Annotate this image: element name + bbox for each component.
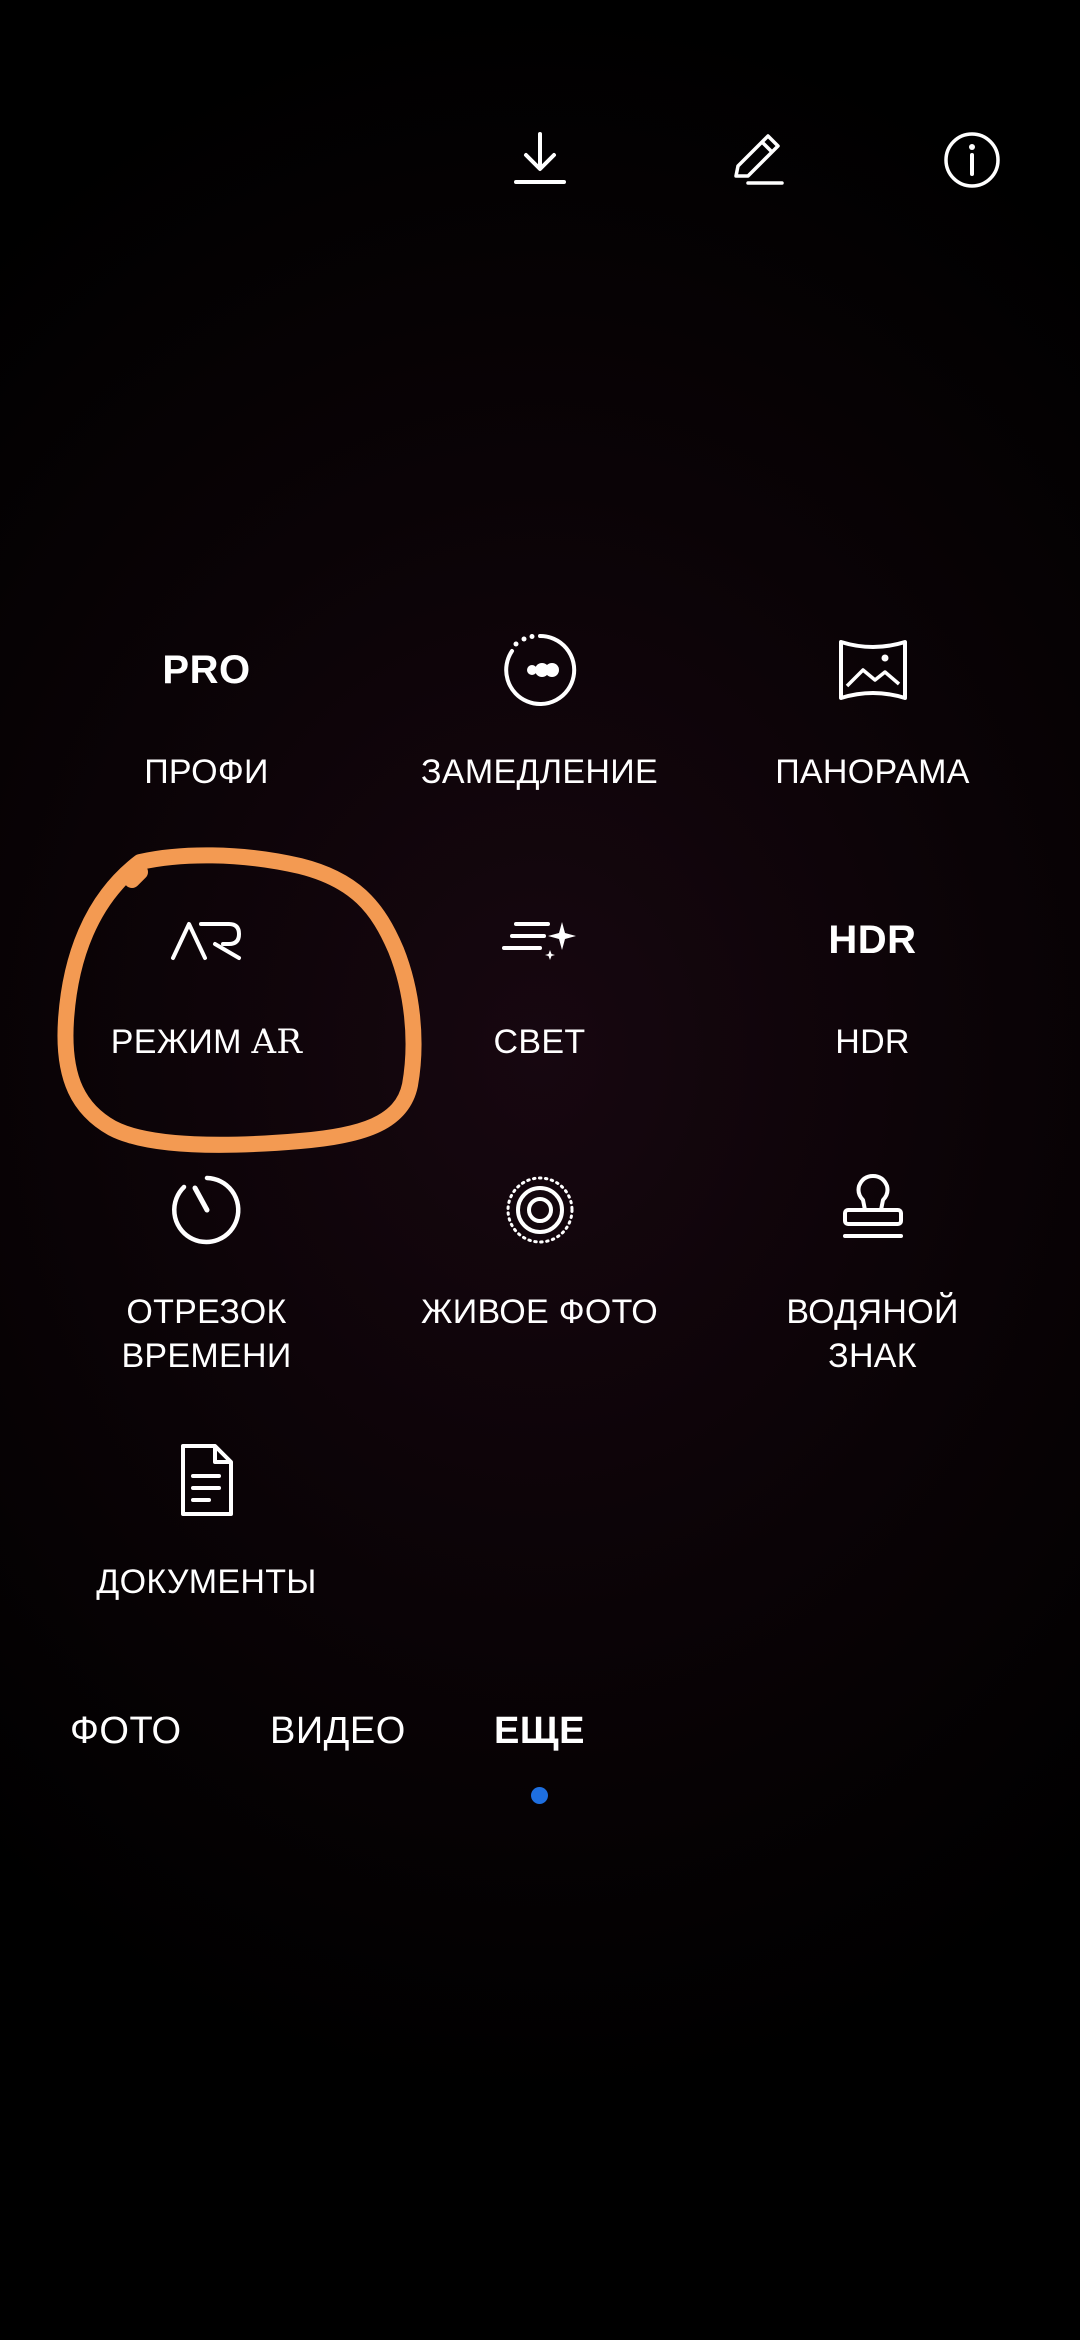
info-icon — [944, 132, 1000, 188]
timelapse-icon — [171, 1175, 240, 1245]
mode-label: ПРОФИ — [144, 753, 269, 791]
pencil-icon — [734, 134, 784, 185]
mode-label: ДОКУМЕНТЫ — [96, 1563, 317, 1601]
mode-label: ЗАМЕДЛЕНИЕ — [421, 753, 658, 791]
ar-icon — [170, 922, 241, 960]
download-icon — [514, 132, 566, 184]
mode-watermark[interactable]: ВОДЯНОЙ ЗНАК — [706, 1150, 1039, 1400]
mode-pro[interactable]: PRO ПРОФИ — [40, 610, 373, 860]
mode-label: ВОДЯНОЙ ЗНАК — [786, 1293, 959, 1375]
tab-photo[interactable]: ФОТО — [70, 1710, 182, 1753]
mode-label: СВЕТ — [493, 1023, 586, 1061]
mode-label: ПАНОРАМА — [775, 753, 970, 791]
pro-icon: PRO — [162, 647, 251, 692]
mode-timelapse[interactable]: ОТРЕЗОК ВРЕМЕНИ — [40, 1150, 373, 1400]
mode-tabs: ФОТО ВИДЕО ЕЩЕ — [0, 1710, 1080, 1790]
document-icon — [180, 1444, 233, 1516]
moving-picture-icon — [506, 1176, 573, 1244]
mode-hdr[interactable]: HDR HDR — [706, 880, 1039, 1130]
mode-slow-motion[interactable]: ЗАМЕДЛЕНИЕ — [373, 610, 706, 860]
active-tab-indicator — [531, 1787, 548, 1804]
edit-button[interactable] — [706, 110, 806, 210]
mode-label: HDR — [835, 1023, 910, 1061]
camera-modes-screen: PRO ПРОФИ ЗАМЕДЛЕНИЕ ПАНОРАМА РЕЖИМ AR С… — [0, 0, 1080, 2340]
mode-label: РЕЖИМ AR — [110, 1022, 303, 1062]
hdr-icon: HDR — [828, 917, 917, 962]
panorama-icon — [838, 640, 907, 700]
tab-video[interactable]: ВИДЕО — [270, 1710, 406, 1753]
mode-label: ОТРЕЗОК ВРЕМЕНИ — [121, 1293, 292, 1375]
watermark-stamp-icon — [842, 1174, 903, 1238]
mode-ar[interactable]: РЕЖИМ AR — [40, 880, 373, 1130]
mode-panorama[interactable]: ПАНОРАМА — [706, 610, 1039, 860]
mode-light-painting[interactable]: СВЕТ — [373, 880, 706, 1130]
tab-more[interactable]: ЕЩЕ — [494, 1710, 585, 1753]
download-button[interactable] — [490, 110, 590, 210]
info-button[interactable] — [922, 110, 1022, 210]
mode-documents[interactable]: ДОКУМЕНТЫ — [40, 1420, 373, 1670]
slow-motion-icon — [503, 633, 576, 706]
light-painting-icon — [501, 922, 576, 960]
mode-label: ЖИВОЕ ФОТО — [421, 1293, 658, 1331]
mode-moving-picture[interactable]: ЖИВОЕ ФОТО — [373, 1150, 706, 1400]
